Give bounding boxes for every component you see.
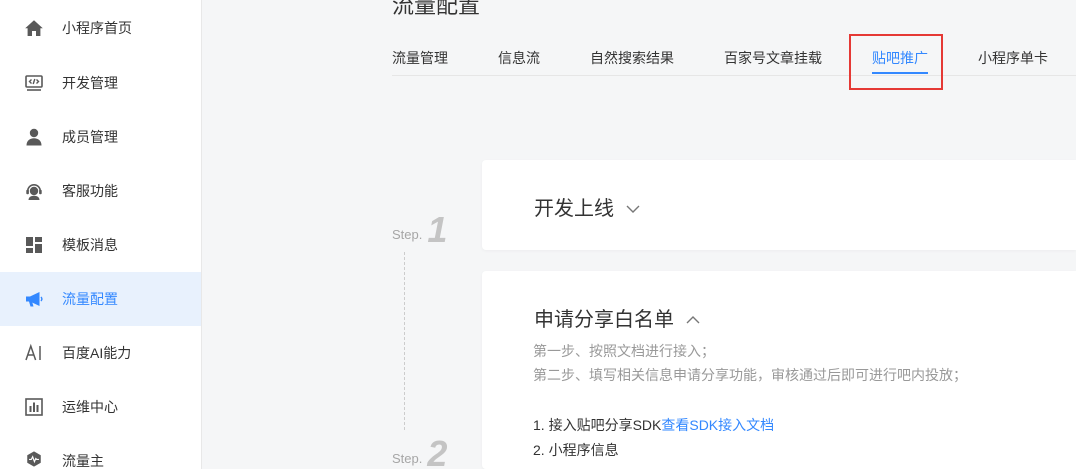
step-label: Step. [392, 451, 423, 466]
sidebar-item-label: 运维中心 [62, 399, 118, 415]
chevron-down-icon[interactable] [626, 205, 640, 213]
card-title: 申请分享白名单 [534, 309, 674, 331]
tab-feed[interactable]: 信息流 [498, 46, 540, 75]
card-share-whitelist: 申请分享白名单 第一步、按照文档进行接入； 第二步、填写相关信息申请分享功能，审… [482, 271, 1076, 469]
sidebar-item-label: 开发管理 [62, 75, 118, 91]
tab-baijiahao-article[interactable]: 百家号文章挂载 [724, 46, 822, 75]
step-indicator-2: Step. 2 [392, 433, 448, 469]
list-item: 2. 小程序信息 [533, 440, 619, 460]
sidebar-item-customer-service[interactable]: 客服功能 [0, 164, 201, 218]
step-description: 第二步、填写相关信息申请分享功能，审核通过后即可进行吧内投放； [533, 367, 967, 383]
chart-icon [24, 397, 44, 417]
sidebar-item-baidu-ai[interactable]: 百度AI能力 [0, 326, 201, 380]
code-icon [24, 73, 44, 93]
sidebar-item-label: 流量配置 [62, 291, 118, 307]
list-item-text: 1. 接入贴吧分享SDK [533, 417, 662, 433]
home-icon [24, 18, 44, 38]
list-item-text: 2. 小程序信息 [533, 442, 619, 458]
list-item: 1. 接入贴吧分享SDK查看SDK接入文档 [533, 415, 774, 435]
sidebar-item-label: 成员管理 [62, 129, 118, 145]
step-number: 1 [427, 209, 448, 250]
tab-traffic-management[interactable]: 流量管理 [392, 46, 448, 75]
sidebar-item-label: 客服功能 [62, 183, 118, 199]
sidebar-item-label: 小程序首页 [62, 20, 132, 36]
sidebar-item-traffic-config[interactable]: 流量配置 [0, 272, 201, 326]
sdk-doc-link[interactable]: 查看SDK接入文档 [661, 417, 774, 433]
chevron-up-icon[interactable] [686, 316, 700, 324]
megaphone-icon [24, 289, 44, 309]
sidebar-item-traffic-owner[interactable]: 流量主 [0, 434, 201, 469]
main-content: 流量配置 流量管理 信息流 自然搜索结果 百家号文章挂载 贴吧推广 小程序单卡 … [202, 0, 1076, 469]
page-title: 流量配置 [392, 0, 481, 18]
sidebar: 小程序首页 开发管理 成员管理 客服功能 模板消息 流量配置 百度AI能力 运维… [0, 0, 202, 469]
template-icon [24, 235, 44, 255]
sidebar-item-label: 流量主 [62, 453, 104, 469]
step-indicator-1: Step. 1 [392, 209, 448, 250]
card-title: 开发上线 [534, 198, 614, 220]
sidebar-item-template[interactable]: 模板消息 [0, 218, 201, 272]
hexagon-pulse-icon [25, 450, 43, 468]
user-icon [24, 127, 44, 147]
tab-tieba-promotion[interactable]: 贴吧推广 [872, 46, 928, 75]
sidebar-item-members[interactable]: 成员管理 [0, 110, 201, 164]
tab-mini-program-card[interactable]: 小程序单卡 [978, 46, 1048, 75]
step-connector-line [404, 252, 405, 430]
sidebar-item-label: 模板消息 [62, 237, 118, 253]
step-label: Step. [392, 227, 423, 242]
card-header-toggle[interactable]: 申请分享白名单 [534, 308, 700, 332]
ai-icon [24, 343, 44, 363]
tab-bar: 流量管理 信息流 自然搜索结果 百家号文章挂载 贴吧推广 小程序单卡 [392, 46, 1076, 76]
step-description: 第一步、按照文档进行接入； [533, 343, 715, 359]
tab-natural-search[interactable]: 自然搜索结果 [590, 46, 674, 75]
sidebar-item-dev[interactable]: 开发管理 [0, 56, 201, 110]
headset-icon [24, 181, 44, 201]
step-number: 2 [427, 433, 448, 469]
sidebar-item-ops-center[interactable]: 运维中心 [0, 380, 201, 434]
sidebar-item-label: 百度AI能力 [62, 345, 132, 361]
card-header-toggle[interactable]: 开发上线 [534, 197, 640, 221]
sidebar-item-home[interactable]: 小程序首页 [0, 1, 201, 55]
card-dev-launch: 开发上线 [482, 160, 1076, 250]
